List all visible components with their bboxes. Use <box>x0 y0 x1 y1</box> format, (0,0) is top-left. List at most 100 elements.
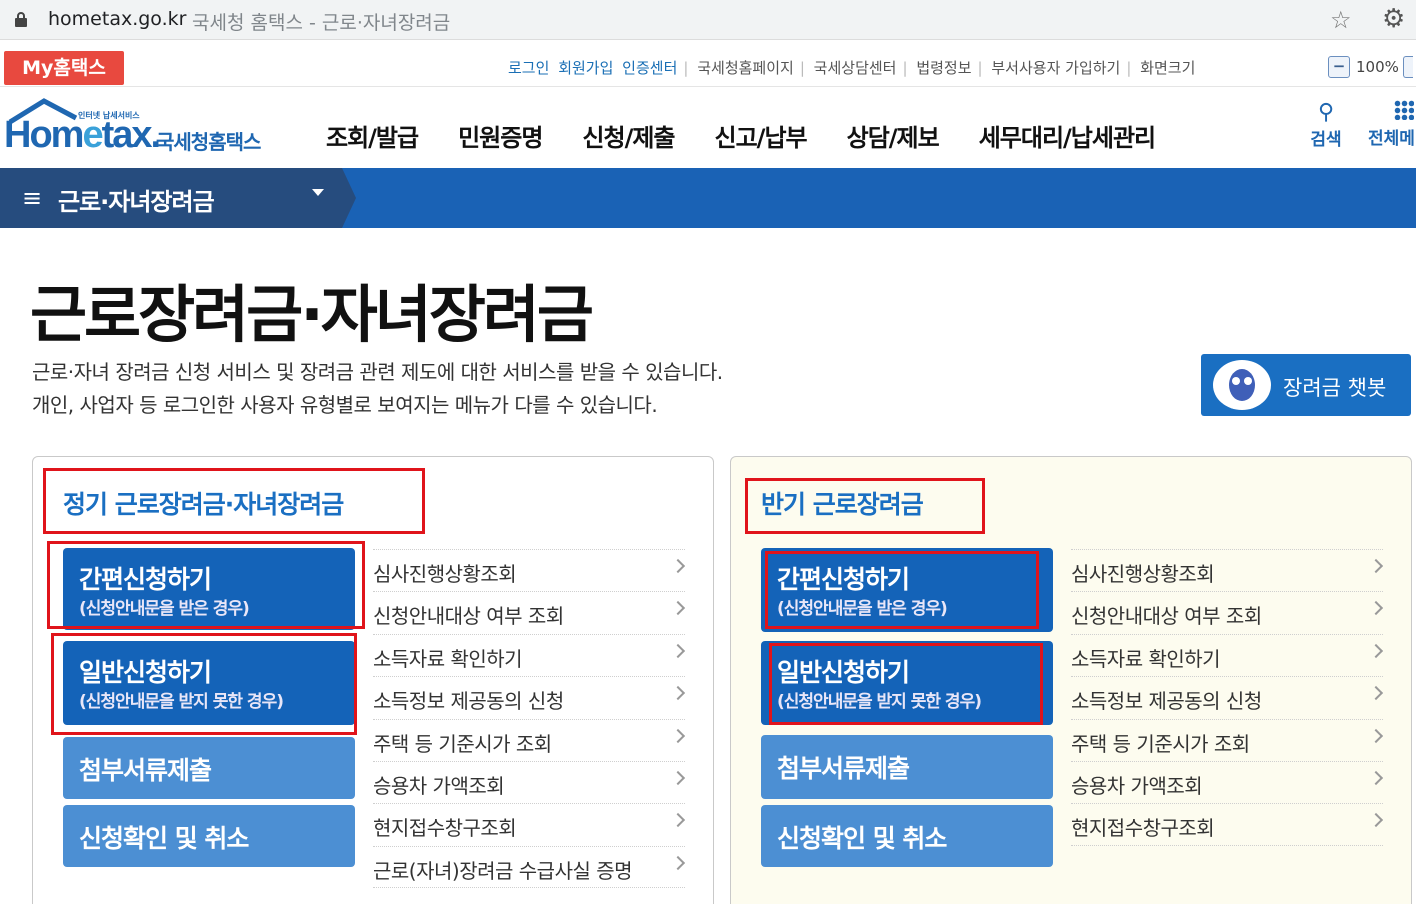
section-title[interactable]: 근로·자녀장려금 <box>58 182 215 217</box>
description-line-2: 개인, 사업자 등 로그인한 사용자 유형별로 보여지는 메뉴가 다를 수 있습… <box>32 393 658 417</box>
nav-inquiry-issue[interactable]: 조회/발급 <box>326 118 419 153</box>
button-label: 첨부서류제출 <box>777 754 910 783</box>
confirm-cancel-button[interactable]: 신청확인 및 취소 <box>63 805 355 867</box>
quick-links: 심사진행상황조회 신청안내대상 여부 조회 소득자료 확인하기 소득정보 제공동… <box>373 549 686 889</box>
button-label: 신청확인 및 취소 <box>777 824 947 853</box>
extensions-icon[interactable]: ⚙ <box>1382 4 1405 34</box>
zoom-control: −100% <box>1328 56 1413 78</box>
chevron-right-icon <box>1368 686 1384 701</box>
chatbot-label: 장려금 챗봇 <box>1283 376 1387 400</box>
page-description: 근로·자녀 장려금 신청 서비스 및 장려금 관련 제도에 대한 서비스를 받을… <box>32 356 723 422</box>
chatbot-button[interactable]: 장려금 챗봇 <box>1201 354 1411 416</box>
highlight-box <box>769 643 1043 725</box>
browser-address-bar[interactable]: hometax.go.kr 국세청 홈택스 - 근로·자녀장려금 ☆ ⚙ <box>0 0 1416 40</box>
attach-documents-button[interactable]: 첨부서류제출 <box>761 735 1053 799</box>
link-income-data[interactable]: 소득자료 확인하기 <box>1071 633 1384 676</box>
chevron-right-icon <box>1368 813 1384 828</box>
link-review-status[interactable]: 심사진행상황조회 <box>373 549 686 591</box>
page-title: 근로장려금·자녀장려금 <box>30 278 594 351</box>
description-line-1: 근로·자녀 장려금 신청 서비스 및 장려금 관련 제도에 대한 서비스를 받을… <box>32 360 723 384</box>
nav-apply-submit[interactable]: 신청/제출 <box>582 118 675 153</box>
screen-size-label: 화면크기 <box>1140 59 1196 77</box>
chevron-right-icon <box>670 813 686 828</box>
link-review-status[interactable]: 심사진행상황조회 <box>1071 549 1384 591</box>
confirm-cancel-button[interactable]: 신청확인 및 취소 <box>761 805 1053 867</box>
nav-report-pay[interactable]: 신고/납부 <box>715 118 808 153</box>
nav-consult-report[interactable]: 상담/제보 <box>847 118 940 153</box>
chevron-right-icon <box>670 728 686 743</box>
divider: | <box>1126 59 1132 77</box>
my-hometax-button[interactable]: My홈택스 <box>4 51 124 85</box>
nav-tax-agent[interactable]: 세무대리/납세관리 <box>979 118 1156 153</box>
chevron-right-icon <box>670 686 686 701</box>
link-notice-target[interactable]: 신청안내대상 여부 조회 <box>373 591 686 633</box>
utility-bar: My홈택스 로그인 회원가입 인증센터 | 국세청홈페이지 | 국세상담센터 | 법령… <box>0 47 1416 87</box>
link-income-consent[interactable]: 소득정보 제공동의 신청 <box>373 676 686 718</box>
chevron-right-icon <box>670 855 686 870</box>
dept-user-signup-link[interactable]: 부서사용자 가입하기 <box>991 59 1120 77</box>
section-arrow <box>342 168 356 228</box>
highlight-box <box>43 468 425 534</box>
lock-icon <box>15 12 27 27</box>
caret-down-icon[interactable] <box>312 189 324 196</box>
zoom-in-button[interactable] <box>1402 56 1413 78</box>
signup-link[interactable]: 회원가입 <box>558 59 613 77</box>
regular-incentive-panel: 정기 근로장려금·자녀장려금 간편신청하기 (신청안내문을 받은 경우) 일반신… <box>32 456 714 904</box>
chevron-right-icon <box>1368 601 1384 616</box>
hometax-logo[interactable]: 인터넷 납세서비스 Hometax. 국세청홈택스 <box>0 92 280 162</box>
link-receipt-certificate[interactable]: 근로(자녀)장려금 수급사실 증명 <box>373 845 686 889</box>
chevron-right-icon <box>670 643 686 658</box>
link-income-data[interactable]: 소득자료 확인하기 <box>373 633 686 676</box>
robot-icon <box>1213 360 1271 410</box>
link-notice-target[interactable]: 신청안내대상 여부 조회 <box>1071 591 1384 633</box>
zoom-value: 100% <box>1356 58 1399 76</box>
url-domain[interactable]: hometax.go.kr <box>48 8 186 30</box>
nts-homepage-link[interactable]: 국세청홈페이지 <box>697 59 794 77</box>
link-local-office[interactable]: 현지접수창구조회 <box>373 803 686 845</box>
attach-documents-button[interactable]: 첨부서류제출 <box>63 737 355 799</box>
semiannual-incentive-panel: 반기 근로장려금 간편신청하기 (신청안내문을 받은 경우) 일반신청하기 (신… <box>730 456 1412 904</box>
all-menu-button[interactable]: 전체메 <box>1368 100 1416 149</box>
search-icon: ⚲ <box>1317 100 1335 125</box>
section-menu-bar: ≡ 근로·자녀장려금 <box>0 168 1416 228</box>
main-navigation: 조회/발급 민원증명 신청/제출 신고/납부 상담/제보 세무대리/납세관리 <box>326 118 1156 153</box>
search-label: 검색 <box>1310 130 1342 150</box>
button-label: 첨부서류제출 <box>79 756 212 785</box>
consult-center-link[interactable]: 국세상담센터 <box>814 59 897 77</box>
chevron-right-icon <box>1368 558 1384 574</box>
chevron-right-icon <box>670 601 686 616</box>
divider: | <box>902 59 908 77</box>
highlight-box <box>745 478 985 534</box>
chevron-right-icon <box>1368 770 1384 786</box>
link-local-office[interactable]: 현지접수창구조회 <box>1071 803 1384 846</box>
logo-brand: Hometax. <box>4 114 161 156</box>
bookmark-star-icon[interactable]: ☆ <box>1330 6 1352 34</box>
login-link[interactable]: 로그인 <box>508 59 549 77</box>
url-page-title: 국세청 홈택스 - 근로·자녀장려금 <box>192 12 451 34</box>
grid-menu-icon <box>1394 100 1414 120</box>
law-info-link[interactable]: 법령정보 <box>916 59 971 77</box>
highlight-box <box>47 541 365 629</box>
link-car-value[interactable]: 승용차 가액조회 <box>1071 760 1384 803</box>
button-label: 신청확인 및 취소 <box>79 824 249 853</box>
divider: | <box>977 59 983 77</box>
util-links: 로그인 회원가입 인증센터 | 국세청홈페이지 | 국세상담센터 | 법령정보 | 부서… <box>508 57 1199 78</box>
all-menu-label: 전체메 <box>1368 129 1415 149</box>
divider: | <box>683 59 689 77</box>
link-housing-price[interactable]: 주택 등 기준시가 조회 <box>1071 718 1384 761</box>
chevron-right-icon <box>1368 728 1384 743</box>
chevron-right-icon <box>670 770 686 786</box>
zoom-out-button[interactable]: − <box>1328 56 1350 78</box>
divider: | <box>799 59 805 77</box>
link-housing-price[interactable]: 주택 등 기준시가 조회 <box>373 718 686 761</box>
link-income-consent[interactable]: 소득정보 제공동의 신청 <box>1071 676 1384 718</box>
hamburger-icon[interactable]: ≡ <box>22 184 42 212</box>
quick-links: 심사진행상황조회 신청안내대상 여부 조회 소득자료 확인하기 소득정보 제공동… <box>1071 549 1384 846</box>
header-search-button[interactable]: ⚲ 검색 <box>1306 100 1346 150</box>
nav-civil-certificate[interactable]: 민원증명 <box>458 118 543 153</box>
cert-center-link[interactable]: 인증센터 <box>622 59 677 77</box>
site-header: 인터넷 납세서비스 Hometax. 국세청홈택스 조회/발급 민원증명 신청/… <box>0 88 1416 168</box>
logo-korean: 국세청홈택스 <box>156 130 261 154</box>
highlight-box <box>51 633 357 735</box>
link-car-value[interactable]: 승용차 가액조회 <box>373 760 686 803</box>
